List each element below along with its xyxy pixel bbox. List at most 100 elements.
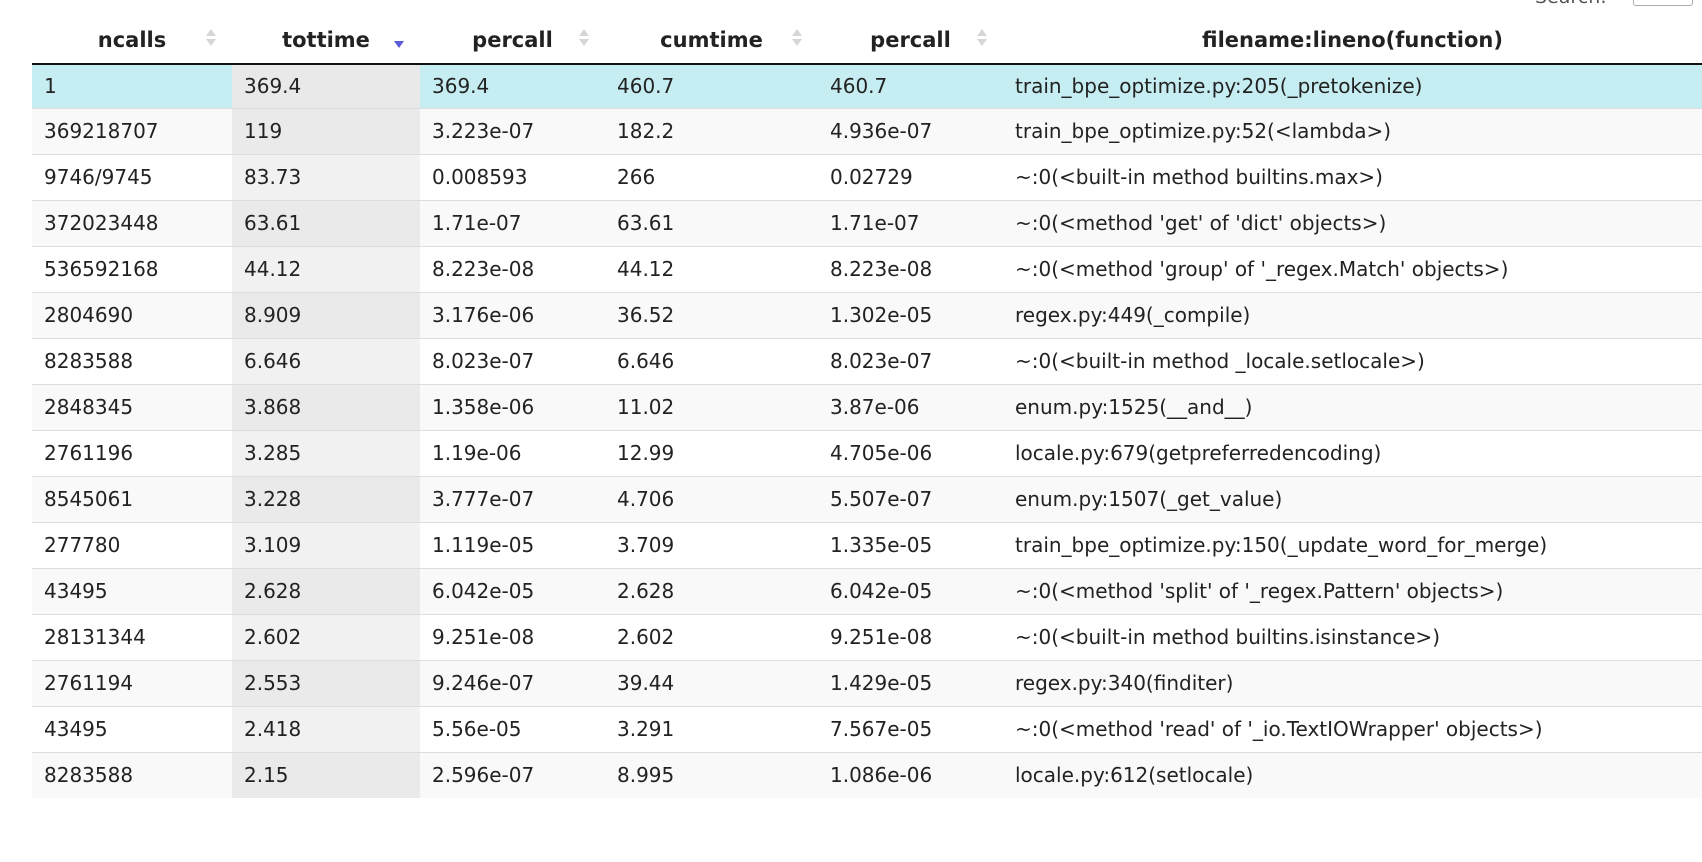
column-header-ncalls[interactable]: ncalls	[32, 16, 232, 65]
cell-percall-cumulative: 1.335e-05	[818, 521, 1003, 568]
cell-function-location: enum.py:1525(__and__)	[1003, 383, 1702, 430]
cell-tottime: 2.602	[232, 613, 420, 660]
table-row[interactable]: 43495 2.418 5.56e-05 3.291 7.567e-05 ~:0(<met…	[32, 705, 1702, 752]
cell-cumtime: 2.602	[605, 613, 818, 660]
cell-tottime: 8.909	[232, 291, 420, 338]
cell-function-location: train_bpe_optimize.py:52(<lambda>)	[1003, 107, 1702, 154]
cell-ncalls: 8283588	[32, 751, 232, 798]
table-row[interactable]: 2761196 3.285 1.19e-06 12.99 4.705e-06 locale…	[32, 429, 1702, 476]
column-header-percall-cumulative[interactable]: percall	[818, 16, 1003, 65]
cell-percall-cumulative: 1.429e-05	[818, 659, 1003, 706]
cell-cumtime: 4.706	[605, 475, 818, 522]
column-header-label: filename:lineno(function)	[1202, 27, 1503, 52]
cell-ncalls: 277780	[32, 521, 232, 568]
cell-percall-cumulative: 9.251e-08	[818, 613, 1003, 660]
profile-table-container: ncalls tottime percall cumtime percall filena…	[32, 16, 1702, 798]
column-header-function-location[interactable]: filename:lineno(function)	[1003, 16, 1702, 65]
column-header-percall[interactable]: percall	[420, 16, 605, 65]
cell-percall-cumulative: 3.87e-06	[818, 383, 1003, 430]
column-header-label: percall	[472, 27, 553, 52]
cell-percall-cumulative: 0.02729	[818, 153, 1003, 200]
table-row[interactable]: 8545061 3.228 3.777e-07 4.706 5.507e-07 enum.…	[32, 475, 1702, 522]
cell-cumtime: 460.7	[605, 64, 818, 108]
column-header-tottime[interactable]: tottime	[232, 16, 420, 65]
table-row[interactable]: 277780 3.109 1.119e-05 3.709 1.335e-05 train_…	[32, 521, 1702, 568]
cell-function-location: train_bpe_optimize.py:205(_pretokenize)	[1003, 64, 1702, 108]
cell-tottime: 44.12	[232, 245, 420, 292]
cell-ncalls: 369218707	[32, 107, 232, 154]
column-header-label: cumtime	[660, 27, 763, 52]
cell-percall: 369.4	[420, 64, 605, 108]
table-row[interactable]: 372023448 63.61 1.71e-07 63.61 1.71e-07 ~:0(<…	[32, 199, 1702, 246]
search-input[interactable]	[1633, 0, 1693, 6]
cell-percall: 8.223e-08	[420, 245, 605, 292]
search-area: Search:	[1527, 0, 1702, 8]
cell-tottime: 6.646	[232, 337, 420, 384]
column-header-label: tottime	[282, 27, 370, 52]
cell-ncalls: 43495	[32, 567, 232, 614]
column-header-label: ncalls	[97, 27, 167, 52]
cell-percall: 5.56e-05	[420, 705, 605, 752]
table-row[interactable]: 8283588 2.15 2.596e-07 8.995 1.086e-06 locale…	[32, 751, 1702, 798]
table-row[interactable]: 2848345 3.868 1.358e-06 11.02 3.87e-06 enum.p…	[32, 383, 1702, 430]
cell-ncalls: 9746/9745	[32, 153, 232, 200]
cell-percall-cumulative: 6.042e-05	[818, 567, 1003, 614]
cell-tottime: 2.418	[232, 705, 420, 752]
cell-function-location: ~:0(<method 'read' of '_io.TextIOWrapper…	[1003, 705, 1702, 752]
table-row[interactable]: 8283588 6.646 8.023e-07 6.646 8.023e-07 ~:0(<…	[32, 337, 1702, 384]
cell-ncalls: 28131344	[32, 613, 232, 660]
profile-stats-table: ncalls tottime percall cumtime percall filena…	[32, 16, 1702, 798]
cell-cumtime: 3.291	[605, 705, 818, 752]
cell-tottime: 2.15	[232, 751, 420, 798]
cell-percall: 1.71e-07	[420, 199, 605, 246]
cell-percall: 6.042e-05	[420, 567, 605, 614]
table-row[interactable]: 28131344 2.602 9.251e-08 2.602 9.251e-08 ~:0(…	[32, 613, 1702, 660]
table-row[interactable]: 2804690 8.909 3.176e-06 36.52 1.302e-05 regex…	[32, 291, 1702, 338]
cell-tottime: 3.285	[232, 429, 420, 476]
table-row[interactable]: 9746/9745 83.73 0.008593 266 0.02729 ~:0(<bui…	[32, 153, 1702, 200]
cell-cumtime: 3.709	[605, 521, 818, 568]
column-header-cumtime[interactable]: cumtime	[605, 16, 818, 65]
cell-ncalls: 8545061	[32, 475, 232, 522]
table-row[interactable]: 43495 2.628 6.042e-05 2.628 6.042e-05 ~:0(<me…	[32, 567, 1702, 614]
cell-tottime: 369.4	[232, 64, 420, 108]
cell-percall-cumulative: 7.567e-05	[818, 705, 1003, 752]
cell-tottime: 83.73	[232, 153, 420, 200]
sort-both-icon	[206, 27, 216, 49]
cell-percall: 3.777e-07	[420, 475, 605, 522]
cell-ncalls: 2761194	[32, 659, 232, 706]
table-header: ncalls tottime percall cumtime percall filena…	[32, 16, 1702, 65]
cell-percall-cumulative: 4.705e-06	[818, 429, 1003, 476]
table-row[interactable]: 536592168 44.12 8.223e-08 44.12 8.223e-08 ~:0…	[32, 245, 1702, 292]
cell-function-location: enum.py:1507(_get_value)	[1003, 475, 1702, 522]
cell-percall-cumulative: 8.023e-07	[818, 337, 1003, 384]
cell-percall: 0.008593	[420, 153, 605, 200]
table-row[interactable]: 1 369.4 369.4 460.7 460.7 train_bpe_optimize.…	[32, 64, 1702, 108]
cell-cumtime: 12.99	[605, 429, 818, 476]
table-row[interactable]: 369218707 119 3.223e-07 182.2 4.936e-07 train…	[32, 107, 1702, 154]
cell-tottime: 3.228	[232, 475, 420, 522]
cell-function-location: locale.py:679(getpreferredencoding)	[1003, 429, 1702, 476]
cell-cumtime: 39.44	[605, 659, 818, 706]
cell-tottime: 63.61	[232, 199, 420, 246]
cell-cumtime: 36.52	[605, 291, 818, 338]
cell-percall: 1.119e-05	[420, 521, 605, 568]
cell-tottime: 3.868	[232, 383, 420, 430]
sort-both-icon	[792, 27, 802, 49]
header-row: ncalls tottime percall cumtime percall filena…	[32, 16, 1702, 65]
sort-both-icon	[579, 27, 589, 49]
cell-function-location: ~:0(<built-in method builtins.isinstance…	[1003, 613, 1702, 660]
cell-percall: 9.251e-08	[420, 613, 605, 660]
cell-percall-cumulative: 1.086e-06	[818, 751, 1003, 798]
cell-percall: 8.023e-07	[420, 337, 605, 384]
table-row[interactable]: 2761194 2.553 9.246e-07 39.44 1.429e-05 regex…	[32, 659, 1702, 706]
cell-ncalls: 2804690	[32, 291, 232, 338]
cell-cumtime: 266	[605, 153, 818, 200]
cell-ncalls: 1	[32, 64, 232, 108]
cell-percall: 2.596e-07	[420, 751, 605, 798]
cell-ncalls: 43495	[32, 705, 232, 752]
cell-cumtime: 11.02	[605, 383, 818, 430]
cell-percall-cumulative: 1.71e-07	[818, 199, 1003, 246]
cell-percall-cumulative: 5.507e-07	[818, 475, 1003, 522]
cell-cumtime: 8.995	[605, 751, 818, 798]
